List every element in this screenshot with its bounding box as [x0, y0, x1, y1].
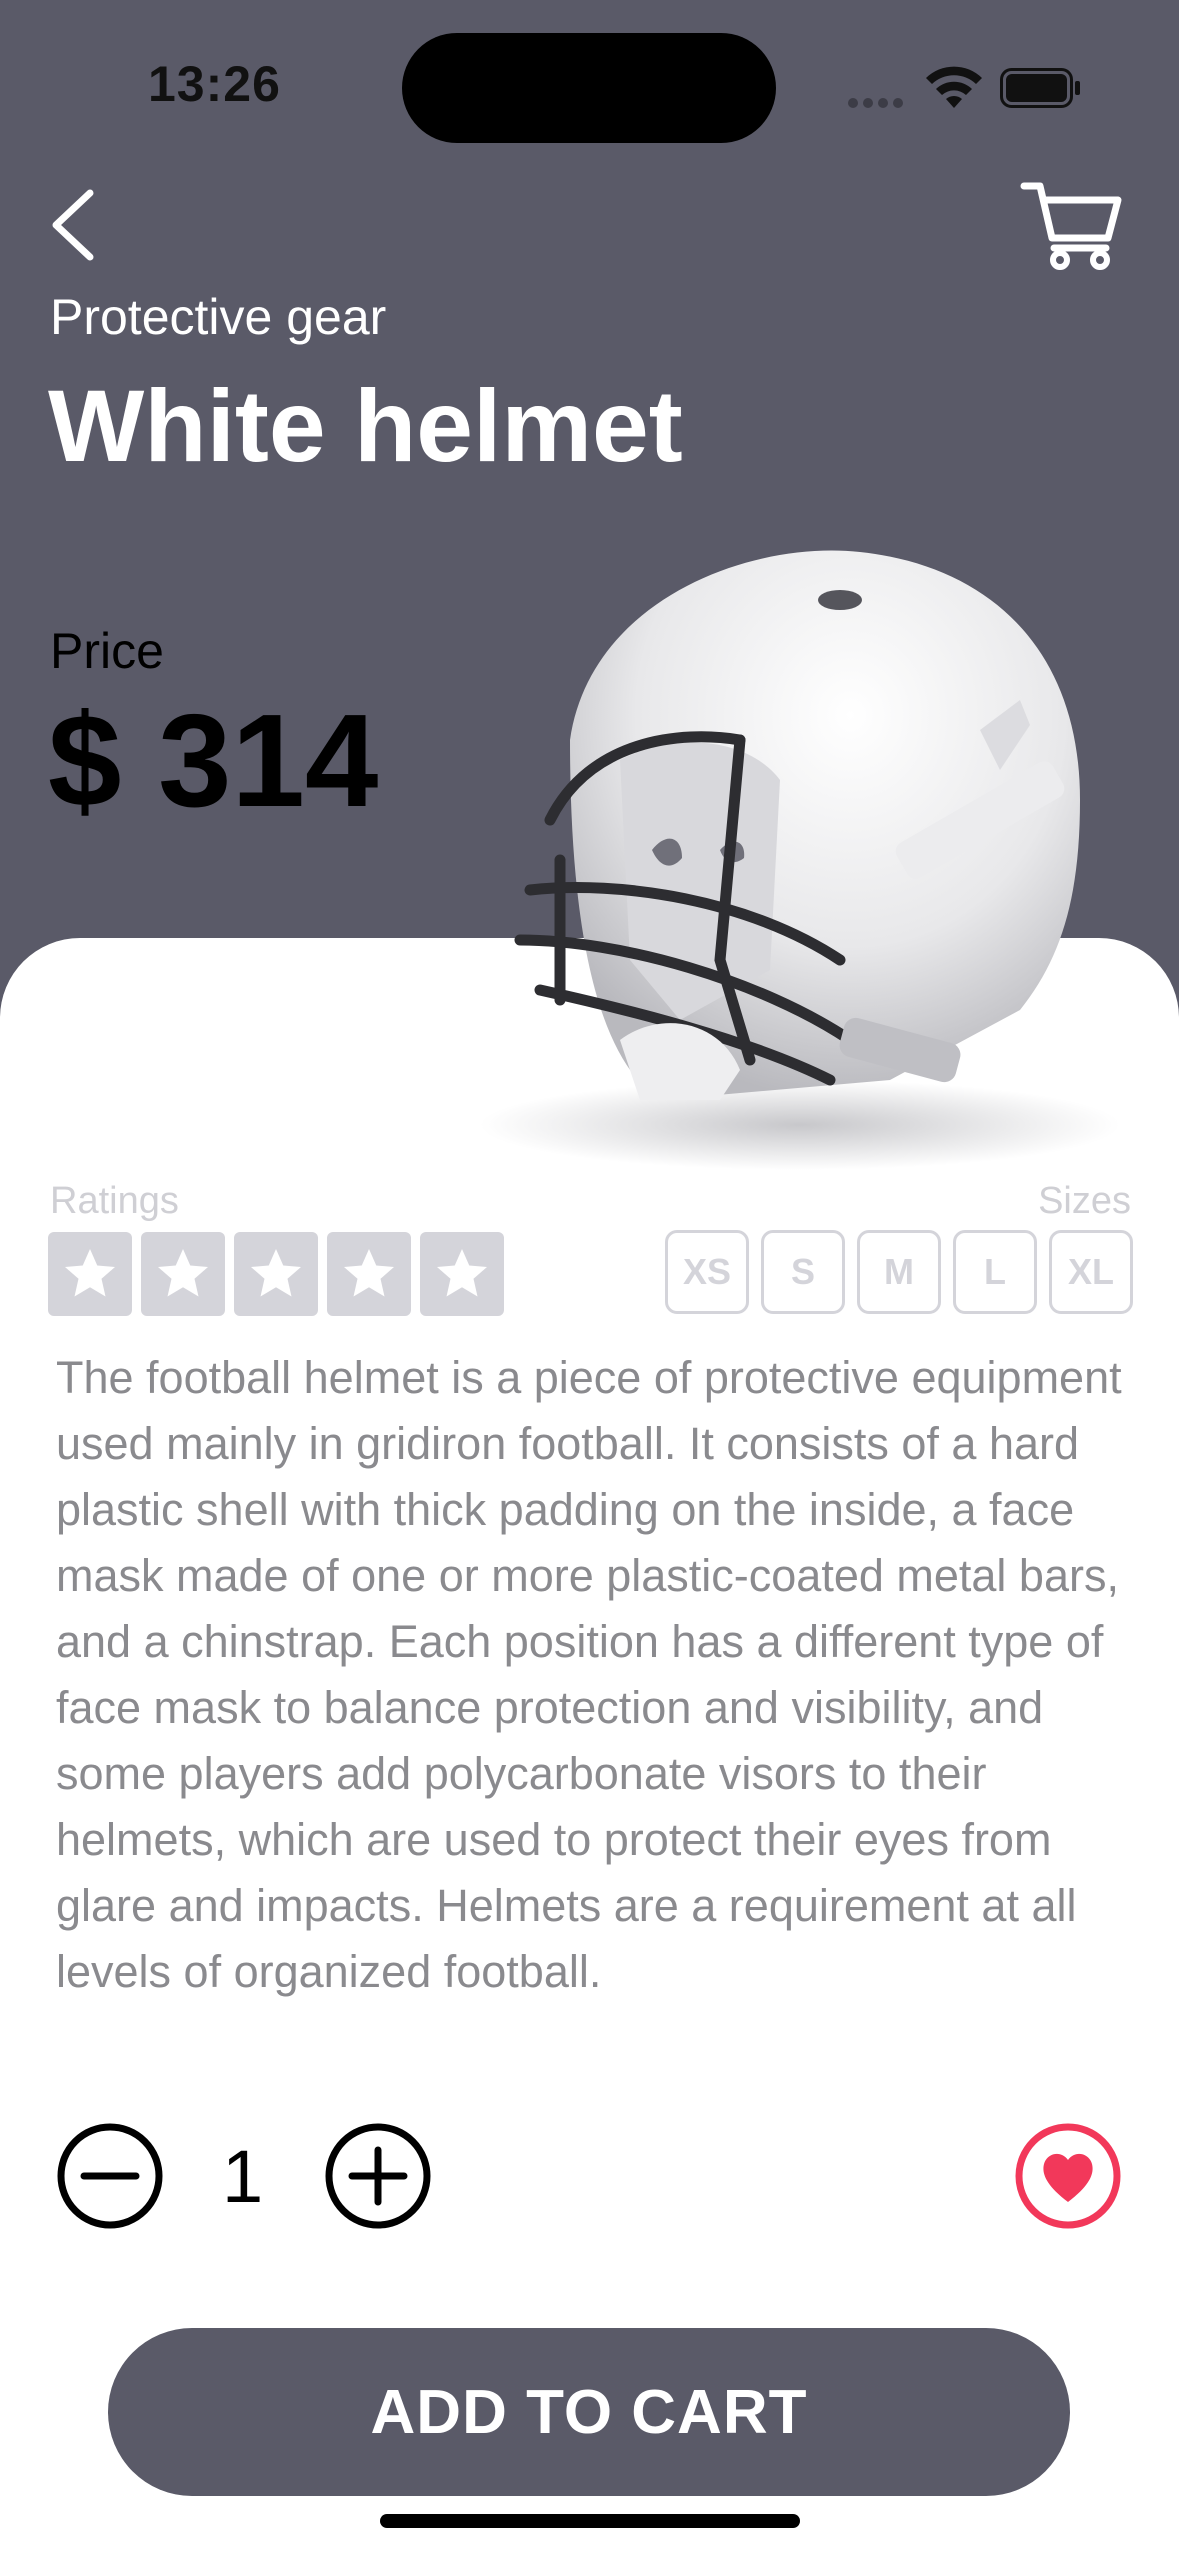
- size-option-s[interactable]: S: [761, 1230, 845, 1314]
- wifi-icon: [926, 66, 982, 108]
- size-selector: XS S M L XL: [665, 1230, 1133, 1314]
- size-option-m[interactable]: M: [857, 1230, 941, 1314]
- star-icon: [251, 1249, 301, 1297]
- plus-circle-icon: [325, 2123, 431, 2229]
- quantity-decrease-button[interactable]: [56, 2122, 164, 2230]
- cellular-signal-icon: [848, 95, 908, 113]
- add-to-cart-button[interactable]: ADD TO CART: [108, 2328, 1070, 2496]
- football-helmet-image: [480, 550, 1120, 1170]
- battery-icon: [1000, 68, 1080, 108]
- quantity-value: 1: [222, 2135, 264, 2218]
- star-icon: [65, 1249, 115, 1297]
- sizes-label: Sizes: [1038, 1180, 1131, 1222]
- size-option-l[interactable]: L: [953, 1230, 1037, 1314]
- heart-icon: [1015, 2123, 1121, 2229]
- ratings-label: Ratings: [50, 1180, 179, 1222]
- quantity-increase-button[interactable]: [324, 2122, 432, 2230]
- rating-star-3[interactable]: [234, 1232, 318, 1316]
- back-button[interactable]: [42, 185, 112, 265]
- star-icon: [437, 1249, 487, 1297]
- rating-star-2[interactable]: [141, 1232, 225, 1316]
- product-description: The football helmet is a piece of protec…: [56, 1352, 1122, 1997]
- rating-star-5[interactable]: [420, 1232, 504, 1316]
- status-time: 13:26: [148, 56, 281, 112]
- star-icon: [158, 1249, 208, 1297]
- cart-button[interactable]: [1020, 178, 1126, 270]
- rating-stars: [48, 1232, 504, 1316]
- cart-icon: [1020, 182, 1122, 270]
- chevron-left-icon: [52, 189, 94, 261]
- rating-star-4[interactable]: [327, 1232, 411, 1316]
- favorite-button[interactable]: [1014, 2122, 1122, 2230]
- minus-circle-icon: [57, 2123, 163, 2229]
- product-price: $ 314: [48, 687, 379, 834]
- product-category: Protective gear: [50, 289, 387, 345]
- dynamic-island: [402, 33, 776, 143]
- home-indicator: [380, 2514, 800, 2528]
- rating-star-1[interactable]: [48, 1232, 132, 1316]
- product-title: White helmet: [48, 369, 683, 483]
- size-option-xs[interactable]: XS: [665, 1230, 749, 1314]
- price-label: Price: [50, 623, 164, 679]
- size-option-xl[interactable]: XL: [1049, 1230, 1133, 1314]
- star-icon: [344, 1249, 394, 1297]
